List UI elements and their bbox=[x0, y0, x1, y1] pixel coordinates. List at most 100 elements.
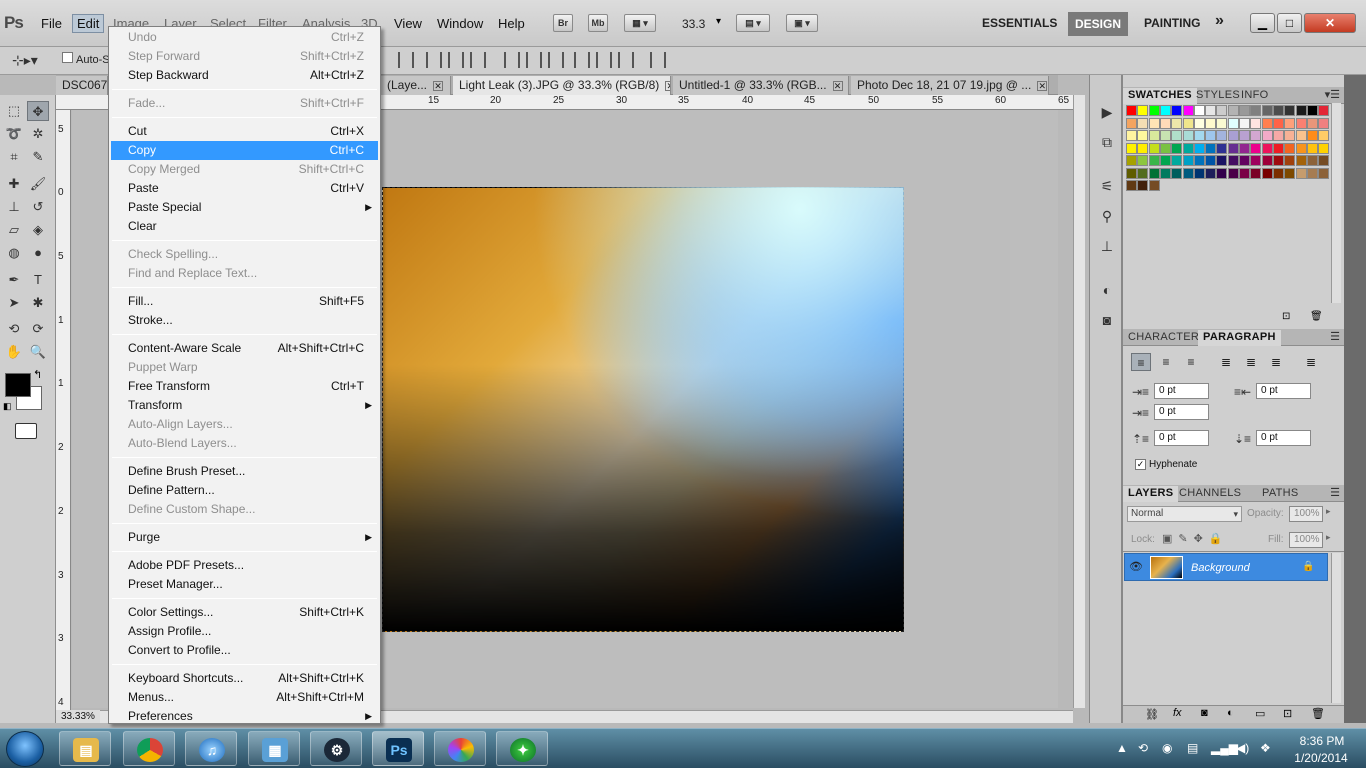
blend-mode-select[interactable]: Normal ▾ bbox=[1127, 506, 1242, 522]
swatch[interactable] bbox=[1137, 142, 1149, 154]
swatch[interactable] bbox=[1261, 167, 1273, 179]
maximize-icon[interactable]: □ bbox=[1277, 13, 1302, 33]
distribute-right-icon[interactable] bbox=[618, 52, 634, 68]
link-layers-icon[interactable]: ⛓ bbox=[1145, 708, 1159, 721]
swatch[interactable] bbox=[1216, 167, 1228, 179]
network-icon[interactable]: ▂▄▆ bbox=[1211, 741, 1238, 755]
quick-mask-icon[interactable] bbox=[15, 423, 37, 439]
swatch[interactable] bbox=[1205, 105, 1217, 116]
swatch[interactable] bbox=[1239, 155, 1250, 166]
history-brush-tool-icon[interactable]: ↺ bbox=[27, 197, 49, 217]
swatch[interactable] bbox=[1261, 155, 1273, 166]
swatch[interactable] bbox=[1137, 155, 1149, 166]
tab-light-leak[interactable]: Light Leak (3).JPG @ 33.3% (RGB/8) ✕ bbox=[453, 76, 671, 95]
swatch[interactable] bbox=[1250, 155, 1262, 166]
volume-icon[interactable]: ◀) bbox=[1236, 741, 1249, 755]
swatch[interactable] bbox=[1148, 130, 1160, 141]
opacity-slider-icon[interactable]: ▸ bbox=[1326, 506, 1331, 517]
menu-item-stroke[interactable]: Stroke... bbox=[111, 311, 378, 330]
delete-layer-icon[interactable]: 🗑 bbox=[1311, 707, 1325, 720]
menu-item-preferences[interactable]: Preferences ▶ bbox=[111, 707, 378, 726]
swatch[interactable] bbox=[1261, 142, 1273, 154]
tab-paragraph[interactable]: PARAGRAPH bbox=[1198, 330, 1281, 346]
tray-app1-icon[interactable]: ⟲ bbox=[1138, 741, 1148, 755]
swatch[interactable] bbox=[1295, 142, 1307, 154]
move-tool-icon[interactable]: ⊹▸▾ bbox=[12, 52, 38, 69]
zoom-level[interactable]: 33.3 bbox=[682, 17, 705, 31]
swatch[interactable] bbox=[1306, 167, 1318, 179]
swatch[interactable] bbox=[1272, 117, 1284, 129]
tab-photo-dec-18[interactable]: Photo Dec 18, 21 07 19.jpg @ ... ✕ bbox=[851, 76, 1049, 95]
swatch[interactable] bbox=[1148, 155, 1160, 166]
clone-stamp-tool-icon[interactable]: ⊥ bbox=[3, 197, 25, 217]
menu-item-cut[interactable]: Cut Ctrl+X bbox=[111, 122, 378, 141]
swatch[interactable] bbox=[1318, 142, 1330, 154]
dodge-tool-icon[interactable]: ● bbox=[27, 243, 49, 263]
menu-item-clear[interactable]: Clear bbox=[111, 217, 378, 236]
quick-selection-tool-icon[interactable]: ✲ bbox=[27, 124, 49, 144]
swatch[interactable] bbox=[1171, 142, 1183, 154]
paint-bucket-tool-icon[interactable]: ◈ bbox=[27, 220, 49, 240]
swatch[interactable] bbox=[1205, 117, 1217, 129]
swatch[interactable] bbox=[1318, 155, 1330, 166]
pen-tool-icon[interactable]: ✒ bbox=[3, 270, 25, 290]
swatch[interactable] bbox=[1137, 180, 1149, 191]
shape-tool-icon[interactable]: ✱ bbox=[27, 293, 49, 313]
swatch[interactable] bbox=[1284, 167, 1296, 179]
align-right-text-icon[interactable]: ≡ bbox=[1181, 353, 1201, 371]
taskbar-chrome[interactable] bbox=[123, 731, 175, 766]
menu-item-paste-special[interactable]: Paste Special ▶ bbox=[111, 198, 378, 217]
swatch[interactable] bbox=[1137, 130, 1149, 141]
swatch[interactable] bbox=[1284, 105, 1296, 116]
swatch[interactable] bbox=[1205, 155, 1217, 166]
swatch[interactable] bbox=[1295, 167, 1307, 179]
delete-swatch-icon[interactable]: 🗑 bbox=[1310, 311, 1323, 322]
justify-left-icon[interactable]: ≣ bbox=[1216, 353, 1236, 371]
eraser-tool-icon[interactable]: ▱ bbox=[3, 220, 25, 240]
swatch[interactable] bbox=[1306, 105, 1318, 116]
taskbar-vuze[interactable]: ✦ bbox=[496, 731, 548, 766]
minimize-icon[interactable]: ▁ bbox=[1250, 13, 1275, 33]
menu-item-transform[interactable]: Transform ▶ bbox=[111, 396, 378, 415]
justify-center-icon[interactable]: ≣ bbox=[1241, 353, 1261, 371]
swatch[interactable] bbox=[1148, 142, 1160, 154]
align-left-text-icon[interactable]: ≡ bbox=[1131, 353, 1151, 371]
history-panel-icon[interactable]: ⧉ bbox=[1097, 133, 1117, 151]
zoom-dropdown-icon[interactable]: ▾ bbox=[716, 16, 721, 27]
menu-item-define-pattern[interactable]: Define Pattern... bbox=[111, 481, 378, 500]
brush-tool-icon[interactable]: 🖌 bbox=[27, 174, 49, 194]
swatch[interactable] bbox=[1148, 180, 1160, 191]
clone-source-panel-icon[interactable]: ⚲ bbox=[1097, 207, 1117, 225]
lock-icons[interactable]: ▣✎✥🔒 bbox=[1162, 532, 1229, 545]
swatch[interactable] bbox=[1216, 105, 1228, 116]
swatch[interactable] bbox=[1182, 130, 1194, 141]
indent-first-line-field[interactable]: 0 pt bbox=[1154, 404, 1209, 420]
tool-presets-panel-icon[interactable]: ⊥ bbox=[1097, 237, 1117, 255]
tab-swatches[interactable]: SWATCHES bbox=[1123, 88, 1197, 104]
lasso-tool-icon[interactable]: ➰ bbox=[3, 124, 25, 144]
swatch[interactable] bbox=[1272, 155, 1284, 166]
swatch[interactable] bbox=[1272, 167, 1284, 179]
tab-untitled-1[interactable]: Untitled-1 @ 33.3% (RGB... ✕ bbox=[673, 76, 849, 95]
tab-close-icon[interactable]: ✕ bbox=[1037, 80, 1048, 91]
align-vcenter-icon[interactable] bbox=[426, 52, 442, 68]
panel-menu-icon[interactable]: ☰ bbox=[1330, 330, 1340, 343]
swatch[interactable] bbox=[1137, 117, 1149, 129]
swatch[interactable] bbox=[1250, 105, 1262, 116]
swatch[interactable] bbox=[1261, 105, 1273, 116]
swatch[interactable] bbox=[1227, 142, 1239, 154]
taskbar-photoshop[interactable]: Ps bbox=[372, 731, 424, 766]
layer-name[interactable]: Background bbox=[1191, 562, 1250, 574]
workspace-painting[interactable]: PAINTING bbox=[1144, 16, 1200, 30]
auto-select-checkbox[interactable] bbox=[62, 52, 73, 63]
swatch[interactable] bbox=[1295, 105, 1307, 116]
swatch[interactable] bbox=[1171, 130, 1183, 141]
taskbar-control-panel[interactable]: ▦ bbox=[248, 731, 300, 766]
menu-item-preset-manager[interactable]: Preset Manager... bbox=[111, 575, 378, 594]
swatch[interactable] bbox=[1159, 130, 1171, 141]
swatch[interactable] bbox=[1272, 130, 1284, 141]
swatch[interactable] bbox=[1272, 105, 1284, 116]
space-before-field[interactable]: 0 pt bbox=[1154, 430, 1209, 446]
distribute-hcenter-icon[interactable] bbox=[596, 52, 612, 68]
align-top-icon[interactable] bbox=[398, 52, 414, 68]
